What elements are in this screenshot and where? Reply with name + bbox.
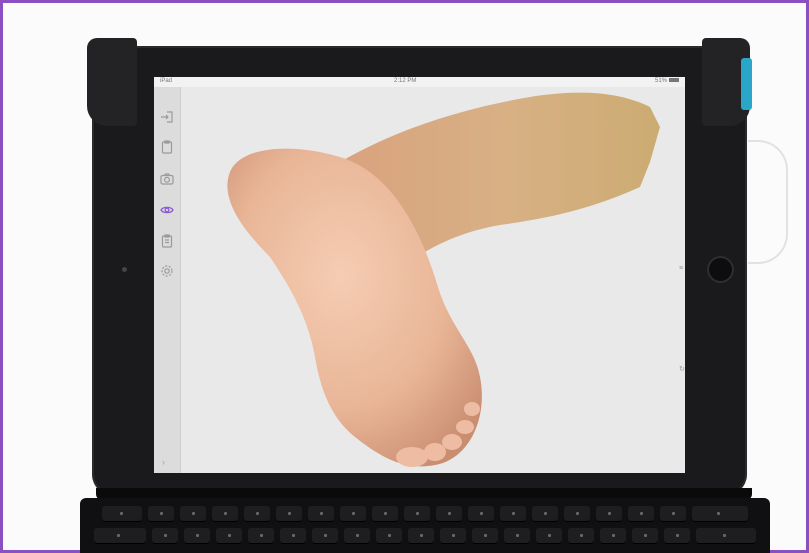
status-bar: iPad 2:12 PM 51%: [154, 77, 685, 87]
scan-toe: [442, 434, 462, 450]
keyboard-key[interactable]: [632, 528, 658, 544]
gear-icon[interactable]: [159, 263, 175, 279]
front-camera: [122, 267, 127, 272]
keyboard-key[interactable]: [148, 506, 174, 522]
side-toolbar: ›: [154, 87, 181, 473]
battery-icon: [669, 78, 679, 83]
keyboard-key[interactable]: [696, 528, 756, 544]
scan-toe: [424, 443, 446, 461]
keyboard-key[interactable]: [440, 528, 466, 544]
keyboard-key[interactable]: [216, 528, 242, 544]
keyboard-key[interactable]: [536, 528, 562, 544]
keyboard-key[interactable]: [340, 506, 366, 522]
eye-icon[interactable]: [159, 202, 175, 218]
scan-toe: [464, 402, 480, 416]
scan-toe: [456, 420, 474, 434]
keyboard-key[interactable]: [244, 506, 270, 522]
keyboard-key[interactable]: [404, 506, 430, 522]
status-carrier: iPad: [160, 78, 173, 84]
keyboard-key[interactable]: [276, 506, 302, 522]
keyboard-case: [80, 498, 770, 553]
expand-chevron-icon[interactable]: ›: [162, 457, 172, 467]
camera-icon[interactable]: [159, 171, 175, 187]
keyboard-key[interactable]: [152, 528, 178, 544]
home-button[interactable]: [707, 256, 734, 283]
keyboard-key[interactable]: [596, 506, 622, 522]
keyboard-key[interactable]: [184, 528, 210, 544]
keyboard-key[interactable]: [500, 506, 526, 522]
keyboard-key[interactable]: [408, 528, 434, 544]
keyboard-key[interactable]: [468, 506, 494, 522]
clipboard-check-icon[interactable]: [159, 233, 175, 249]
keyboard-key[interactable]: [308, 506, 334, 522]
keyboard-key[interactable]: [436, 506, 462, 522]
keyboard-key[interactable]: [248, 528, 274, 544]
scan-toe: [396, 447, 428, 467]
keyboard-key[interactable]: [532, 506, 558, 522]
keyboard-key[interactable]: [568, 528, 594, 544]
status-time: 2:12 PM: [394, 78, 417, 84]
keyboard-key[interactable]: [564, 506, 590, 522]
keyboard-key[interactable]: [94, 528, 146, 544]
import-icon[interactable]: [159, 109, 175, 125]
keyboard-key[interactable]: [600, 528, 626, 544]
keyboard-key[interactable]: [504, 528, 530, 544]
keyboard-key[interactable]: [102, 506, 142, 522]
scanner-clip-left: [87, 38, 137, 126]
keyboard-key[interactable]: [664, 528, 690, 544]
keyboard-key[interactable]: [692, 506, 748, 522]
clipboard-icon[interactable]: [159, 139, 175, 155]
keyboard-key[interactable]: [628, 506, 654, 522]
keyboard-key[interactable]: [212, 506, 238, 522]
keyboard-key[interactable]: [372, 506, 398, 522]
keyboard-key[interactable]: [312, 528, 338, 544]
keyboard-key[interactable]: [280, 528, 306, 544]
keyboard-key[interactable]: [180, 506, 206, 522]
keyboard-key[interactable]: [376, 528, 402, 544]
ipad-screen: iPad 2:12 PM 51% › ≡ ↻: [154, 77, 685, 473]
keyboard-key[interactable]: [344, 528, 370, 544]
keyboard-key[interactable]: [472, 528, 498, 544]
foot-scan-3d-view[interactable]: [180, 87, 685, 473]
structure-sensor-tab: [741, 58, 752, 110]
charging-cable: [748, 140, 788, 264]
status-battery: 51%: [655, 78, 679, 84]
keyboard-key[interactable]: [660, 506, 686, 522]
